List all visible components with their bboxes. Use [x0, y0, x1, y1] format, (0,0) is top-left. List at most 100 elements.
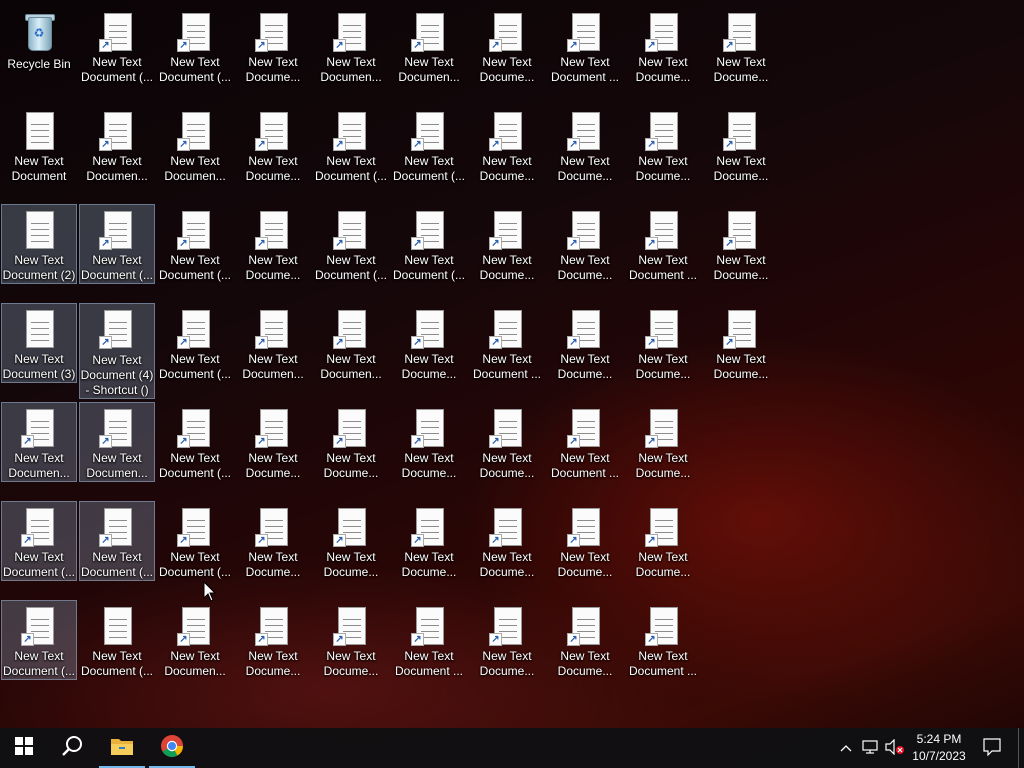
- desktop-file-item[interactable]: ↗ New Text Docume...: [625, 6, 701, 86]
- text-document-icon: [23, 209, 55, 251]
- desktop-file-item[interactable]: ↗ New Text Docume...: [235, 105, 311, 185]
- desktop-file-item[interactable]: ↗ New Text Docume...: [469, 204, 545, 284]
- desktop-file-item[interactable]: ↗ New Text Docume...: [313, 501, 389, 581]
- text-document-shortcut-icon: ↗: [411, 407, 445, 449]
- desktop-item-label: New Text Document ...: [472, 352, 542, 381]
- desktop-file-item[interactable]: ↗ New Text Documen...: [235, 303, 311, 383]
- desktop-item-label: New Text Docume...: [245, 451, 301, 480]
- desktop-file-item[interactable]: ↗ New Text Docume...: [703, 204, 779, 284]
- text-document-shortcut-icon: ↗: [255, 506, 289, 548]
- text-document-shortcut-icon: ↗: [255, 11, 289, 53]
- desktop-file-item[interactable]: New Text Document: [1, 105, 77, 185]
- desktop-file-item[interactable]: ↗ New Text Document (...: [157, 6, 233, 86]
- desktop-file-item[interactable]: ↗ New Text Docume...: [625, 105, 701, 185]
- desktop-file-item[interactable]: ↗ New Text Docume...: [547, 105, 623, 185]
- desktop-file-item[interactable]: ↗ New Text Documen...: [157, 105, 233, 185]
- recycle-bin-icon-item[interactable]: ♻ Recycle Bin: [1, 6, 77, 86]
- search-button[interactable]: [48, 728, 96, 768]
- desktop-file-item[interactable]: ↗ New Text Docume...: [391, 303, 467, 383]
- desktop-file-item[interactable]: ↗ New Text Docume...: [469, 501, 545, 581]
- show-hidden-icons-button[interactable]: [836, 728, 856, 768]
- desktop-file-item[interactable]: ↗ New Text Docume...: [703, 6, 779, 86]
- desktop-file-item[interactable]: ↗ New Text Document ...: [391, 600, 467, 680]
- desktop-file-item[interactable]: ↗ New Text Document (...: [157, 204, 233, 284]
- desktop-file-item[interactable]: ↗ New Text Document (...: [1, 600, 77, 680]
- desktop-file-item[interactable]: ↗ New Text Document (...: [391, 204, 467, 284]
- desktop-file-item[interactable]: ↗ New Text Document ...: [547, 402, 623, 482]
- desktop-item-label: New Text Document (3): [2, 352, 76, 381]
- desktop-file-item[interactable]: ↗ New Text Documen...: [79, 402, 155, 482]
- desktop-file-item[interactable]: ↗ New Text Docume...: [703, 105, 779, 185]
- desktop-file-item[interactable]: ↗ New Text Docume...: [235, 204, 311, 284]
- text-document-shortcut-icon: ↗: [567, 605, 601, 647]
- network-button[interactable]: [860, 728, 882, 768]
- desktop-file-item[interactable]: ↗ New Text Document (...: [391, 105, 467, 185]
- desktop-file-item[interactable]: ↗ New Text Documen...: [313, 303, 389, 383]
- desktop-file-item[interactable]: ↗ New Text Document ...: [547, 6, 623, 86]
- clock[interactable]: 5:24 PM 10/7/2023: [906, 731, 972, 765]
- desktop-file-item[interactable]: ↗ New Text Docume...: [235, 402, 311, 482]
- text-document-shortcut-icon: ↗: [333, 308, 367, 350]
- file-explorer-button[interactable]: [98, 728, 146, 768]
- notification-center-button[interactable]: [978, 728, 1006, 768]
- desktop-file-item[interactable]: ↗ New Text Documen...: [1, 402, 77, 482]
- desktop-file-item[interactable]: New Text Document (...: [79, 600, 155, 680]
- text-document-shortcut-icon: ↗: [645, 11, 679, 53]
- desktop-file-item[interactable]: ↗ New Text Docume...: [703, 303, 779, 383]
- desktop-file-item[interactable]: ↗ New Text Docume...: [625, 402, 701, 482]
- desktop-file-item[interactable]: ↗ New Text Docume...: [625, 303, 701, 383]
- text-document-shortcut-icon: ↗: [723, 209, 757, 251]
- desktop-file-item[interactable]: ↗ New Text Docume...: [547, 303, 623, 383]
- desktop-file-item[interactable]: ↗ New Text Document (...: [157, 501, 233, 581]
- desktop-file-item[interactable]: ↗ New Text Document (...: [79, 501, 155, 581]
- desktop-file-item[interactable]: ↗ New Text Documen...: [313, 6, 389, 86]
- desktop-file-item[interactable]: ↗ New Text Docume...: [469, 6, 545, 86]
- desktop-file-item[interactable]: ↗ New Text Document ...: [625, 600, 701, 680]
- desktop-file-item[interactable]: ↗ New Text Docume...: [469, 105, 545, 185]
- desktop-file-item[interactable]: New Text Document (2): [1, 204, 77, 284]
- start-button[interactable]: [0, 728, 48, 768]
- desktop-file-item[interactable]: ↗ New Text Document (...: [79, 204, 155, 284]
- desktop-item-label: New Text Docume...: [713, 55, 769, 84]
- desktop-file-item[interactable]: ↗ New Text Document (...: [157, 303, 233, 383]
- desktop-file-item[interactable]: ↗ New Text Document (...: [313, 204, 389, 284]
- text-document-shortcut-icon: ↗: [255, 605, 289, 647]
- desktop-file-item[interactable]: ↗ New Text Docume...: [391, 501, 467, 581]
- desktop-item-label: New Text Document ...: [394, 649, 464, 678]
- desktop-item-label: New Text Docume...: [557, 154, 613, 183]
- desktop-file-item[interactable]: ↗ New Text Docume...: [547, 600, 623, 680]
- text-document-shortcut-icon: ↗: [567, 308, 601, 350]
- desktop-file-item[interactable]: ↗ New Text Docume...: [391, 402, 467, 482]
- desktop-file-item[interactable]: ↗ New Text Document (...: [157, 402, 233, 482]
- text-document-shortcut-icon: ↗: [489, 407, 523, 449]
- text-document-shortcut-icon: ↗: [645, 506, 679, 548]
- text-document-shortcut-icon: ↗: [489, 209, 523, 251]
- desktop-file-item[interactable]: ↗ New Text Document ...: [625, 204, 701, 284]
- desktop[interactable]: ♻ Recycle Bin ↗ New Text Document (... ↗ New …: [0, 0, 1024, 728]
- desktop-file-item[interactable]: ↗ New Text Docume...: [547, 204, 623, 284]
- text-document-shortcut-icon: ↗: [255, 209, 289, 251]
- desktop-file-item[interactable]: ↗ New Text Docume...: [235, 600, 311, 680]
- volume-button[interactable]: [884, 728, 906, 768]
- desktop-file-item[interactable]: ↗ New Text Document (...: [1, 501, 77, 581]
- text-document-shortcut-icon: ↗: [645, 308, 679, 350]
- desktop-file-item[interactable]: ↗ New Text Docume...: [547, 501, 623, 581]
- desktop-item-label: New Text Docume...: [245, 253, 301, 282]
- desktop-file-item[interactable]: ↗ New Text Docume...: [625, 501, 701, 581]
- desktop-file-item[interactable]: ↗ New Text Docume...: [235, 501, 311, 581]
- desktop-file-item[interactable]: ↗ New Text Document (...: [313, 105, 389, 185]
- desktop-file-item[interactable]: ↗ New Text Docume...: [313, 402, 389, 482]
- desktop-file-item[interactable]: ↗ New Text Docume...: [313, 600, 389, 680]
- desktop-file-item[interactable]: ↗ New Text Documen...: [157, 600, 233, 680]
- desktop-file-item[interactable]: ↗ New Text Documen...: [79, 105, 155, 185]
- show-desktop-button[interactable]: [1018, 728, 1024, 768]
- desktop-file-item[interactable]: ↗ New Text Documen...: [391, 6, 467, 86]
- desktop-file-item[interactable]: ↗ New Text Document (4) - Shortcut (): [79, 303, 155, 399]
- desktop-file-item[interactable]: ↗ New Text Docume...: [235, 6, 311, 86]
- desktop-file-item[interactable]: ↗ New Text Document ...: [469, 303, 545, 383]
- desktop-file-item[interactable]: New Text Document (3): [1, 303, 77, 383]
- desktop-file-item[interactable]: ↗ New Text Document (...: [79, 6, 155, 86]
- chrome-button[interactable]: [148, 728, 196, 768]
- desktop-file-item[interactable]: ↗ New Text Docume...: [469, 402, 545, 482]
- desktop-file-item[interactable]: ↗ New Text Docume...: [469, 600, 545, 680]
